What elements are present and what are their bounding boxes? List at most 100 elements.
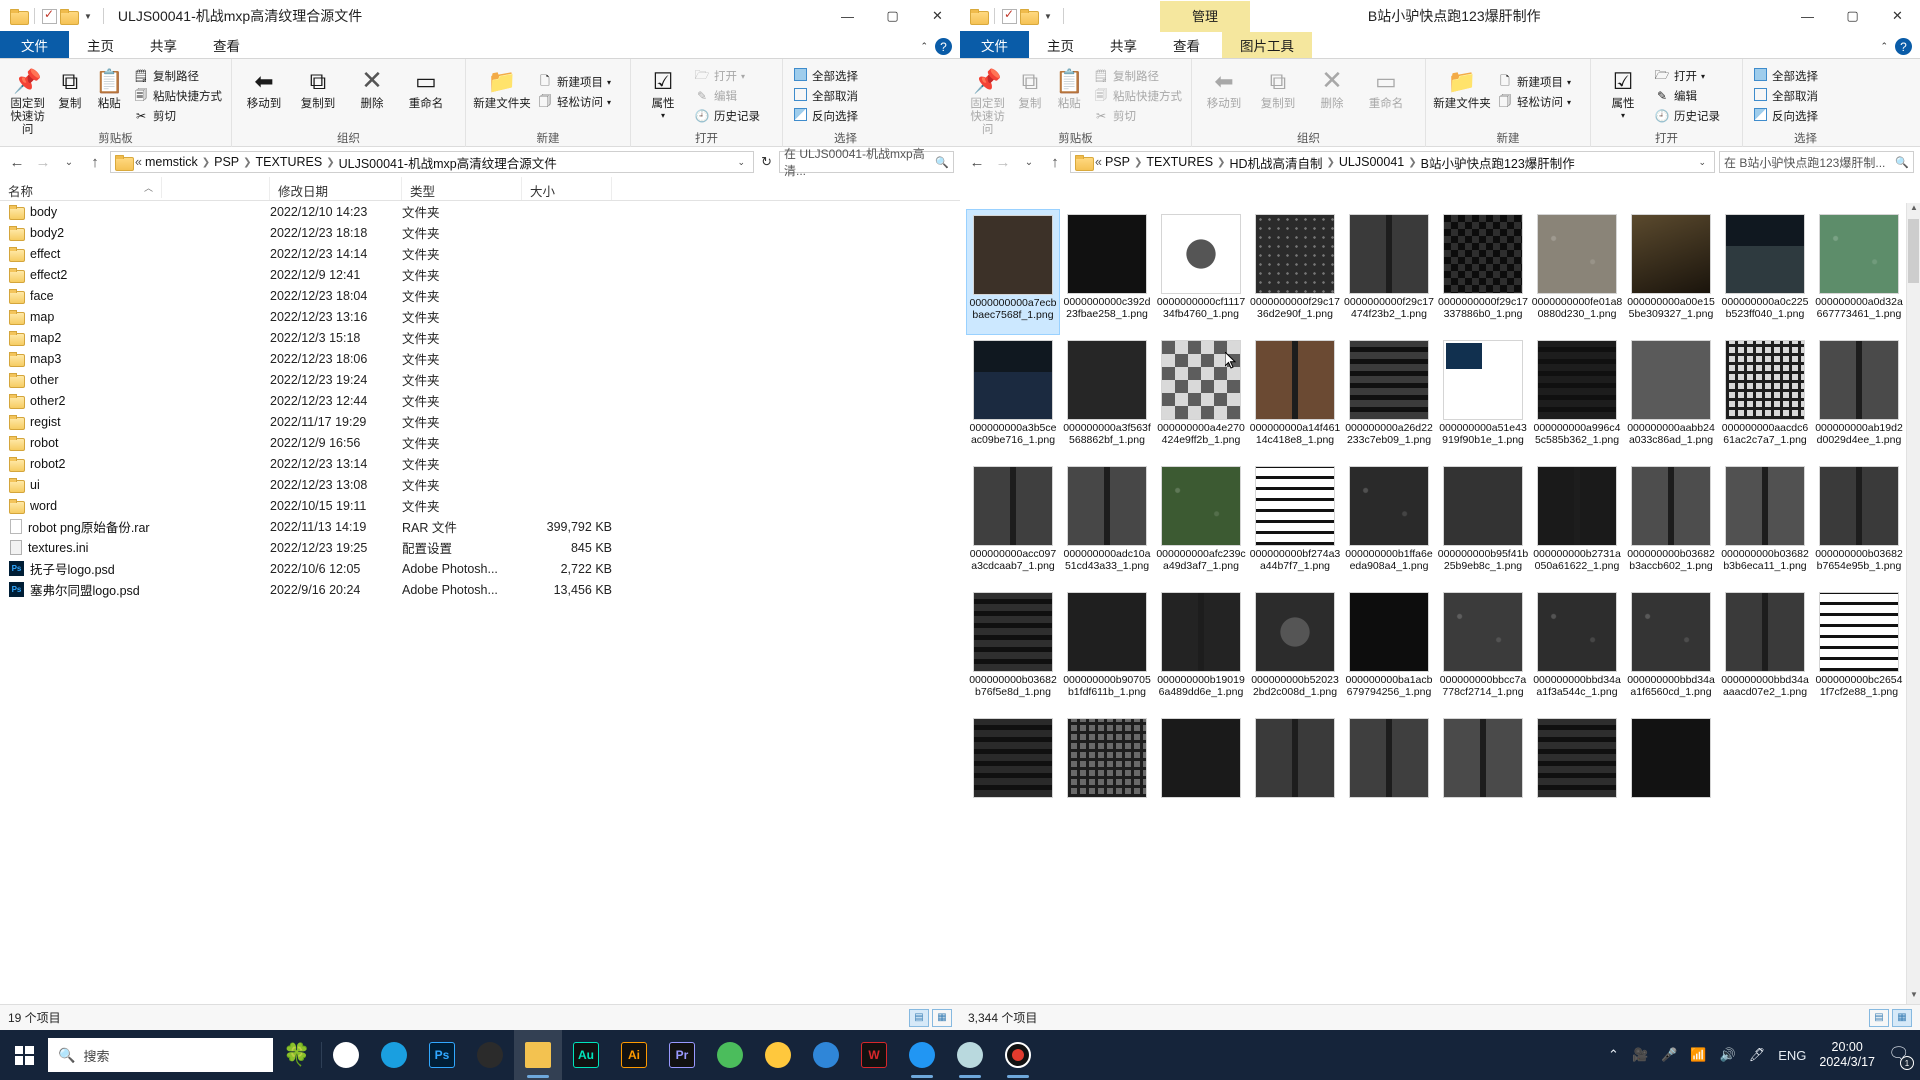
breadcrumb-item[interactable]: TEXTURES: [256, 155, 323, 169]
tab-file[interactable]: 文件: [960, 31, 1029, 58]
open-button[interactable]: 🗁 打开 ▾: [690, 66, 764, 86]
paste-button[interactable]: 📋 粘贴: [1050, 62, 1089, 111]
help-button[interactable]: ?: [1895, 38, 1912, 55]
chevron-down-icon[interactable]: ▾: [1567, 78, 1571, 87]
table-row[interactable]: other2 2022/12/23 12:44 文件夹: [0, 390, 960, 411]
recent-locations-button[interactable]: ⌄: [58, 157, 80, 168]
minimize-button[interactable]: —: [1785, 0, 1830, 32]
scroll-up-icon[interactable]: ▲: [1907, 203, 1920, 217]
tab-view[interactable]: 查看: [195, 32, 258, 58]
collapse-ribbon-icon[interactable]: ⌃: [920, 41, 928, 52]
tab-picture-tools[interactable]: 图片工具: [1222, 32, 1312, 58]
large-icons-view-icon[interactable]: ▦: [932, 1008, 952, 1027]
folder-icon[interactable]: [60, 9, 79, 25]
table-row[interactable]: Ps 抚子号logo.psd 2022/10/6 12:05 Adobe Photos…: [0, 558, 960, 579]
large-icons-view-icon[interactable]: ▦: [1892, 1008, 1912, 1027]
thumbnail-item[interactable]: 000000000bf274a3a44b7f7_1.png: [1248, 461, 1342, 587]
thumbnail-item[interactable]: 000000000bbd34aaaacd07e2_1.png: [1718, 587, 1812, 713]
recent-locations-button[interactable]: ⌄: [1018, 157, 1040, 168]
easy-access-button[interactable]: 🗍 轻松访问 ▾: [1493, 92, 1575, 112]
file-name-cell[interactable]: word: [0, 498, 270, 514]
thumbnail-item[interactable]: [1530, 713, 1624, 839]
thumbnail-item[interactable]: 000000000b190196a489dd6e_1.png: [1154, 587, 1248, 713]
select-all-button[interactable]: 全部选择: [1748, 66, 1822, 86]
table-row[interactable]: map3 2022/12/23 18:06 文件夹: [0, 348, 960, 369]
new-folder-button[interactable]: 📁 新建文件夹: [1431, 62, 1493, 111]
thumbnail-item[interactable]: 000000000b03682b3b6eca11_1.png: [1718, 461, 1812, 587]
chevron-down-icon[interactable]: ▾: [607, 78, 611, 87]
thumbnail-item[interactable]: 000000000a0c225b523ff040_1.png: [1718, 209, 1812, 335]
new-item-button[interactable]: 🗋 新建项目 ▾: [533, 72, 615, 92]
thumbnail-item[interactable]: 000000000b1ffa6eeda908a4_1.png: [1342, 461, 1436, 587]
microphone-icon[interactable]: 🎤: [1661, 1047, 1677, 1063]
forward-button[interactable]: →: [32, 154, 54, 171]
thumbnail-item[interactable]: 000000000b95f41b25b9eb8c_1.png: [1436, 461, 1530, 587]
file-name-cell[interactable]: robot2: [0, 456, 270, 472]
breadcrumb-item[interactable]: PSP: [1105, 155, 1130, 169]
thumbnail-item[interactable]: 000000000a26d22233c7eb09_1.png: [1342, 335, 1436, 461]
taskbar-wechat[interactable]: [706, 1030, 754, 1080]
new-item-button[interactable]: 🗋 新建项目 ▾: [1493, 72, 1575, 92]
cut-button[interactable]: ✂ 剪切: [129, 106, 226, 126]
table-row[interactable]: textures.ini 2022/12/23 19:25 配置设置 845 KB: [0, 537, 960, 558]
taskbar-recorder[interactable]: [994, 1030, 1042, 1080]
view-toggle[interactable]: ▤ ▦: [1869, 1008, 1912, 1027]
close-button[interactable]: ✕: [1875, 0, 1920, 32]
thumbnail-item[interactable]: [1624, 713, 1718, 839]
delete-button[interactable]: ✕ 删除: [1305, 62, 1359, 111]
chevron-down-icon[interactable]: ▼: [80, 12, 96, 21]
thumbnail-item[interactable]: 0000000000a7ecbbaec7568f_1.png: [966, 209, 1060, 335]
back-button[interactable]: ←: [966, 154, 988, 171]
view-toggle[interactable]: ▤ ▦: [909, 1008, 952, 1027]
tab-home[interactable]: 主页: [69, 32, 132, 58]
chevron-up-icon[interactable]: ⌃: [1608, 1047, 1619, 1063]
taskbar-clover-icon[interactable]: 🍀: [273, 1030, 321, 1080]
thumbnail-item[interactable]: 000000000a0d32a667773461_1.png: [1812, 209, 1906, 335]
breadcrumb[interactable]: « PSP ❯ TEXTURES ❯ HD机战高清自制 ❯ ULJS00041 …: [1070, 151, 1715, 173]
thumbnail-item[interactable]: 000000000aabb24a033c86ad_1.png: [1624, 335, 1718, 461]
thumbnail-item[interactable]: 0000000000c392d23fbae258_1.png: [1060, 209, 1154, 335]
thumbnail-item[interactable]: 000000000adc10a51cd43a33_1.png: [1060, 461, 1154, 587]
thumbnail-item[interactable]: 000000000a4e270424e9ff2b_1.png: [1154, 335, 1248, 461]
file-name-cell[interactable]: Ps 抚子号logo.psd: [0, 559, 270, 578]
clock[interactable]: 20:00 2024/3/17: [1819, 1040, 1875, 1070]
thumbnail-item[interactable]: 000000000bbcc7a778cf2714_1.png: [1436, 587, 1530, 713]
edit-button[interactable]: ✎ 编辑: [1650, 86, 1724, 106]
select-none-button[interactable]: 全部取消: [788, 86, 862, 106]
thumbnail-grid[interactable]: 0000000000a7ecbbaec7568f_1.png 0000000000…: [966, 209, 1916, 839]
thumbnail-item[interactable]: 000000000a00e155be309327_1.png: [1624, 209, 1718, 335]
thumbnail-item[interactable]: 000000000b03682b3accb602_1.png: [1624, 461, 1718, 587]
taskbar-app-paper[interactable]: [946, 1030, 994, 1080]
file-name-cell[interactable]: map3: [0, 351, 270, 367]
pen-icon[interactable]: 🖊: [1749, 1047, 1766, 1063]
thumbnail-item[interactable]: 000000000b03682b7654e95b_1.png: [1812, 461, 1906, 587]
thumbnail-item[interactable]: [1436, 713, 1530, 839]
thumbnail-item[interactable]: 000000000b2731a050a61622_1.png: [1530, 461, 1624, 587]
tab-view[interactable]: 查看: [1155, 32, 1218, 58]
file-name-cell[interactable]: robot: [0, 435, 270, 451]
table-row[interactable]: map 2022/12/23 13:16 文件夹: [0, 306, 960, 327]
vertical-scrollbar[interactable]: ▲ ▼: [1906, 203, 1920, 1004]
copy-path-button[interactable]: 🗒 复制路径: [129, 66, 226, 86]
chevron-down-icon[interactable]: ▾: [741, 72, 745, 81]
thumbnail-item[interactable]: 000000000acc097a3cdcaab7_1.png: [966, 461, 1060, 587]
copy-to-button[interactable]: ⧉ 复制到: [1251, 62, 1305, 111]
breadcrumb[interactable]: « memstick ❯ PSP ❯ TEXTURES ❯ ULJS00041-…: [110, 151, 755, 173]
thumbnail-item[interactable]: 000000000bbd34aa1f3a544c_1.png: [1530, 587, 1624, 713]
file-name-cell[interactable]: regist: [0, 414, 270, 430]
back-button[interactable]: ←: [6, 154, 28, 171]
thumbnail-item[interactable]: 000000000a3b5ceac09be716_1.png: [966, 335, 1060, 461]
file-name-cell[interactable]: map: [0, 309, 270, 325]
table-row[interactable]: robot 2022/12/9 16:56 文件夹: [0, 432, 960, 453]
chevron-down-icon[interactable]: ⌄: [1694, 157, 1710, 168]
quick-access-toolbar[interactable]: ▼: [960, 7, 1068, 25]
taskbar-edge[interactable]: [370, 1030, 418, 1080]
thumbnail-item[interactable]: 000000000a14f46114c418e8_1.png: [1248, 335, 1342, 461]
file-name-cell[interactable]: textures.ini: [0, 540, 270, 555]
table-row[interactable]: regist 2022/11/17 19:29 文件夹: [0, 411, 960, 432]
maximize-button[interactable]: ▢: [870, 0, 915, 32]
scroll-down-icon[interactable]: ▼: [1907, 990, 1920, 1004]
thumbnail-item[interactable]: 000000000ba1acb679794256_1.png: [1342, 587, 1436, 713]
table-row[interactable]: Ps 塞弗尔同盟logo.psd 2022/9/16 20:24 Adobe Phot…: [0, 579, 960, 600]
forward-button[interactable]: →: [992, 154, 1014, 171]
